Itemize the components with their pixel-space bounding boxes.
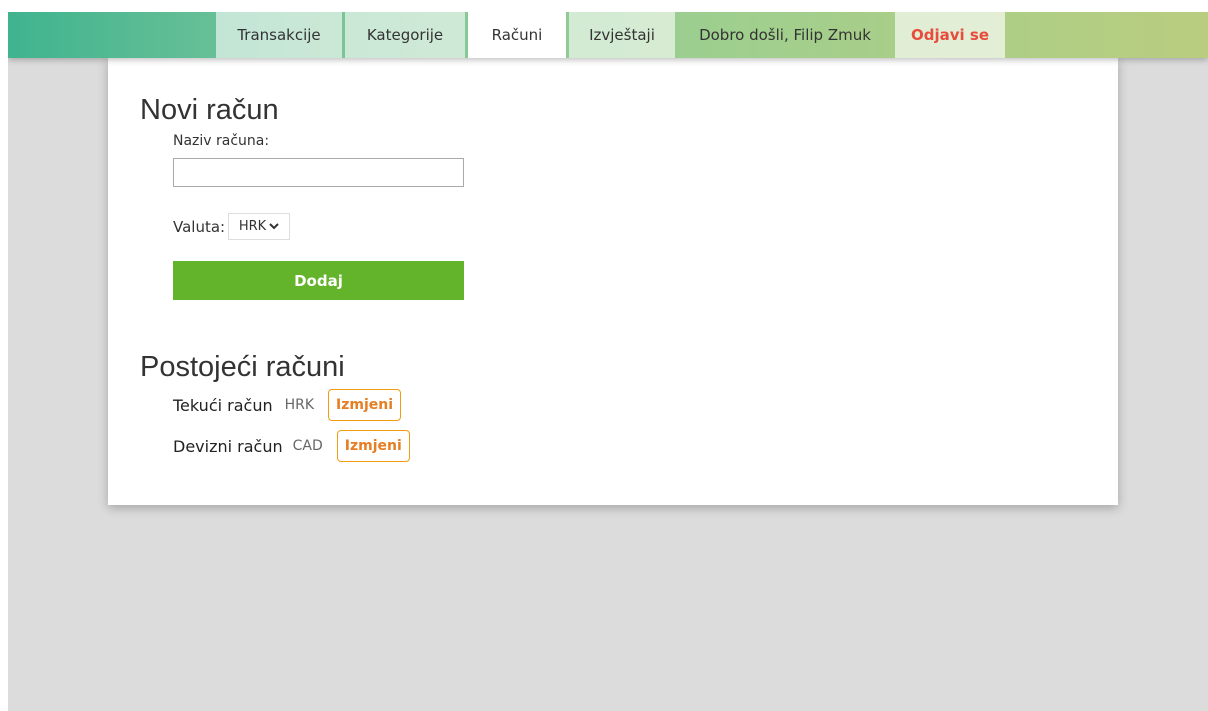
account-currency: CAD	[292, 438, 323, 454]
account-currency: HRK	[284, 397, 315, 413]
currency-label: Valuta:	[173, 218, 226, 236]
new-account-title: Novi račun	[140, 94, 279, 126]
account-row: Tekući račun HRK Izmjeni	[173, 389, 402, 421]
account-name: Devizni račun	[173, 436, 283, 456]
logout-button[interactable]: Odjavi se	[895, 12, 1005, 58]
top-navigation-bar: Transakcije Kategorije Računi Izvještaji…	[8, 12, 1208, 58]
add-account-button[interactable]: Dodaj	[173, 261, 464, 300]
account-name-label: Naziv računa:	[173, 133, 270, 149]
tab-kategorije[interactable]: Kategorije	[345, 12, 465, 58]
tab-racuni[interactable]: Računi	[468, 12, 566, 58]
tab-izvjestaji[interactable]: Izvještaji	[569, 12, 675, 58]
welcome-message: Dobro došli, Filip Zmuk	[699, 26, 871, 44]
edit-account-button[interactable]: Izmjeni	[336, 430, 410, 462]
account-row: Devizni račun CAD Izmjeni	[173, 430, 410, 462]
chevron-down-icon	[269, 223, 279, 230]
edit-account-button[interactable]: Izmjeni	[328, 389, 402, 421]
currency-selected-value: HRK	[238, 219, 267, 234]
account-name: Tekući račun	[173, 395, 273, 415]
accounts-card: Novi račun Naziv računa: Valuta: HRK Dod…	[108, 58, 1118, 505]
existing-accounts-title: Postojeći računi	[140, 351, 345, 383]
app-viewport: Transakcije Kategorije Računi Izvještaji…	[8, 12, 1208, 711]
account-name-input[interactable]	[173, 158, 464, 187]
tab-transakcije[interactable]: Transakcije	[216, 12, 342, 58]
currency-select[interactable]: HRK	[228, 213, 290, 240]
main-nav: Transakcije Kategorije Računi Izvještaji…	[216, 12, 1005, 58]
